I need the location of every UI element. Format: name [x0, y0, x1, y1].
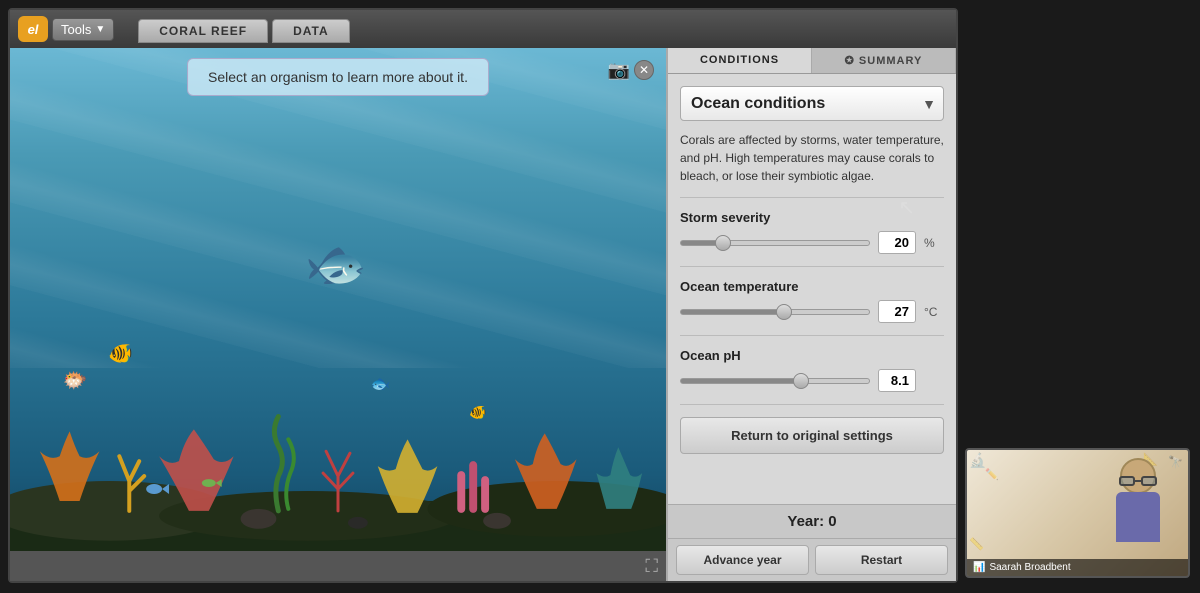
app-window: el Tools ▼ CORAL REEF DATA Select an org…: [8, 8, 958, 583]
tab-conditions[interactable]: CONDITIONS: [668, 48, 812, 73]
el-logo: el: [18, 16, 48, 42]
ocean-ph-value: 8.1: [878, 369, 916, 392]
toolbar: el Tools ▼ CORAL REEF DATA: [10, 10, 956, 48]
camera-icon[interactable]: 📷: [608, 60, 630, 81]
video-bar-icon: 📊: [973, 562, 985, 573]
ocean-temp-section: Ocean temperature 27 °C: [680, 279, 944, 323]
right-panel-tabs: CONDITIONS ✪ SUMMARY: [668, 48, 956, 74]
ocean-ph-section: Ocean pH 8.1: [680, 348, 944, 392]
tools-button[interactable]: Tools ▼: [52, 18, 114, 41]
bottom-buttons: Advance year Restart: [668, 538, 956, 581]
close-button[interactable]: ✕: [634, 60, 654, 80]
storm-severity-slider[interactable]: [680, 240, 870, 246]
ocean-temp-unit: °C: [924, 305, 944, 319]
conditions-dropdown[interactable]: Ocean conditions: [680, 86, 944, 121]
year-display: Year: 0: [668, 504, 956, 538]
right-panel-content: Ocean conditions ▼ Corals are affected b…: [668, 74, 956, 504]
fish-large: 🐟: [305, 235, 367, 294]
ocean-temp-value: 27: [878, 300, 916, 323]
storm-severity-unit: %: [924, 236, 944, 250]
video-label-bar: 📊 Saarah Broadbent: [967, 559, 1188, 576]
tab-summary[interactable]: ✪ SUMMARY: [812, 48, 956, 73]
restart-button[interactable]: Restart: [815, 545, 948, 575]
fish-small-1: 🐠: [108, 341, 133, 366]
ocean-temp-slider[interactable]: [680, 309, 870, 315]
divider-4: [680, 404, 944, 405]
right-panel: CONDITIONS ✪ SUMMARY Ocean conditions ▼ …: [666, 48, 956, 581]
content-area: Select an organism to learn more about i…: [10, 48, 956, 581]
storm-severity-value: 20: [878, 231, 916, 254]
info-box: Select an organism to learn more about i…: [187, 58, 489, 96]
ocean-temp-label: Ocean temperature: [680, 279, 944, 294]
sim-bottom-bar: ⛶: [10, 551, 666, 581]
conditions-description: Corals are affected by storms, water tem…: [680, 131, 944, 185]
tab-data[interactable]: DATA: [272, 19, 350, 43]
conditions-dropdown-container: Ocean conditions ▼: [680, 86, 944, 121]
tab-coral-reef[interactable]: CORAL REEF: [138, 19, 268, 43]
video-person-name: Saarah Broadbent: [989, 562, 1070, 573]
video-bg: 🔬 📐 ✏️ 📏 🔭: [967, 450, 1188, 576]
fish-small-2: 🐡: [62, 368, 87, 393]
storm-severity-row: 20 %: [680, 231, 944, 254]
divider-3: [680, 335, 944, 336]
ocean-temp-row: 27 °C: [680, 300, 944, 323]
video-thumbnail: 🔬 📐 ✏️ 📏 🔭 📊 Saarah Broadb: [965, 448, 1190, 578]
fish-small-3: 🐟: [371, 374, 391, 394]
ocean-ph-row: 8.1: [680, 369, 944, 392]
storm-severity-label: Storm severity: [680, 210, 944, 225]
storm-severity-section: Storm severity 20 %: [680, 210, 944, 254]
divider-2: [680, 266, 944, 267]
ocean-ph-label: Ocean pH: [680, 348, 944, 363]
divider-1: [680, 197, 944, 198]
ocean-ph-slider[interactable]: [680, 378, 870, 384]
return-to-original-button[interactable]: Return to original settings: [680, 417, 944, 454]
sim-panel: Select an organism to learn more about i…: [10, 48, 666, 581]
person-area: [1098, 455, 1178, 545]
advance-year-button[interactable]: Advance year: [676, 545, 809, 575]
